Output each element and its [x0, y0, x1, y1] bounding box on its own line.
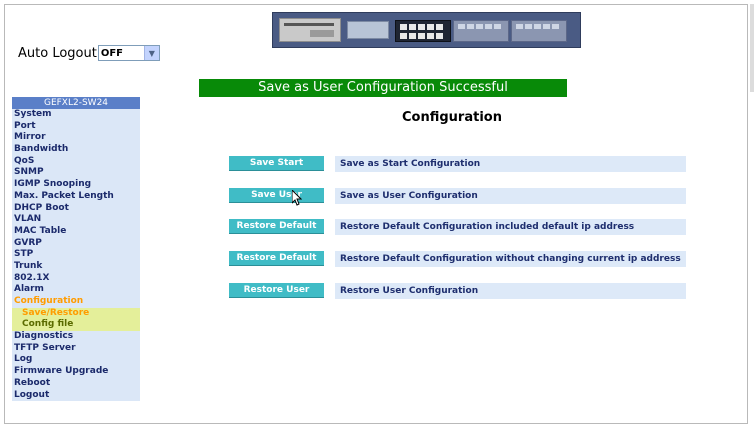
- sidebar-item-8021x[interactable]: 802.1X: [12, 272, 140, 285]
- sidebar-item-logout[interactable]: Logout: [12, 389, 140, 402]
- sidebar-subitem-config-file[interactable]: Config file: [12, 319, 140, 332]
- restore-user-description: Restore User Configuration: [335, 283, 686, 299]
- sidebar-item-log[interactable]: Log: [12, 354, 140, 367]
- sidebar-title: GEFXL2-SW24: [12, 97, 140, 109]
- config-row-restore-default-ip: Restore Default Restore Default Configur…: [229, 219, 686, 235]
- sidebar-item-mirror[interactable]: Mirror: [12, 132, 140, 145]
- save-user-description: Save as User Configuration: [335, 188, 686, 204]
- auto-logout-label: Auto Logout: [18, 45, 97, 61]
- device-label-plate: [279, 18, 341, 42]
- sidebar-item-port[interactable]: Port: [12, 120, 140, 133]
- switch-front-panel-image: [272, 12, 581, 48]
- config-row-restore-user: Restore User Restore User Configuration: [229, 283, 686, 299]
- save-start-button[interactable]: Save Start: [229, 156, 324, 170]
- sidebar-menu: GEFXL2-SW24 System Port Mirror Bandwidth…: [12, 97, 140, 402]
- sidebar-item-stp[interactable]: STP: [12, 249, 140, 261]
- sidebar-item-configuration[interactable]: Configuration: [12, 296, 140, 308]
- sidebar-item-diagnostics[interactable]: Diagnostics: [12, 331, 140, 343]
- sidebar-item-gvrp[interactable]: GVRP: [12, 237, 140, 250]
- sidebar-item-dhcp-boot[interactable]: DHCP Boot: [12, 202, 140, 215]
- device-port-block-1: [395, 20, 451, 42]
- auto-logout-control: Auto Logout OFF ▼: [18, 45, 160, 61]
- auto-logout-value: OFF: [100, 47, 123, 59]
- sidebar-item-tftp-server[interactable]: TFTP Server: [12, 342, 140, 355]
- page-title: Configuration: [402, 110, 502, 125]
- sidebar-item-vlan[interactable]: VLAN: [12, 214, 140, 226]
- sidebar-item-bandwidth[interactable]: Bandwidth: [12, 144, 140, 156]
- restore-default-keep-ip-button[interactable]: Restore Default: [229, 251, 324, 265]
- config-row-save-start: Save Start Save as Start Configuration: [229, 156, 686, 172]
- mouse-pointer-icon: [292, 190, 302, 206]
- chevron-down-icon[interactable]: ▼: [143, 46, 159, 60]
- sidebar-item-trunk[interactable]: Trunk: [12, 260, 140, 273]
- success-banner: Save as User Configuration Successful: [199, 79, 567, 97]
- sidebar-item-igmp-snooping[interactable]: IGMP Snooping: [12, 179, 140, 191]
- device-port-block-3: [511, 20, 567, 42]
- sidebar-item-max-packet-length[interactable]: Max. Packet Length: [12, 190, 140, 203]
- sidebar-item-system[interactable]: System: [12, 109, 140, 121]
- auto-logout-select[interactable]: OFF ▼: [97, 45, 160, 61]
- sidebar-item-alarm[interactable]: Alarm: [12, 284, 140, 296]
- sidebar-item-firmware-upgrade[interactable]: Firmware Upgrade: [12, 366, 140, 378]
- sidebar-item-mac-table[interactable]: MAC Table: [12, 225, 140, 238]
- sidebar-item-snmp[interactable]: SNMP: [12, 167, 140, 180]
- sidebar-item-reboot[interactable]: Reboot: [12, 377, 140, 390]
- save-start-description: Save as Start Configuration: [335, 156, 686, 172]
- device-led-panel: [347, 21, 389, 39]
- config-row-restore-default-keep-ip: Restore Default Restore Default Configur…: [229, 251, 686, 267]
- restore-default-keep-ip-description: Restore Default Configuration without ch…: [335, 251, 686, 267]
- sidebar-subitem-save-restore[interactable]: Save/Restore: [12, 307, 140, 320]
- device-port-block-2: [453, 20, 509, 42]
- restore-default-ip-button[interactable]: Restore Default: [229, 219, 324, 233]
- restore-default-ip-description: Restore Default Configuration included d…: [335, 219, 686, 235]
- scroll-edge: [750, 4, 754, 92]
- sidebar-item-qos[interactable]: QoS: [12, 155, 140, 168]
- save-user-button[interactable]: Save User: [229, 188, 324, 202]
- restore-user-button[interactable]: Restore User: [229, 283, 324, 297]
